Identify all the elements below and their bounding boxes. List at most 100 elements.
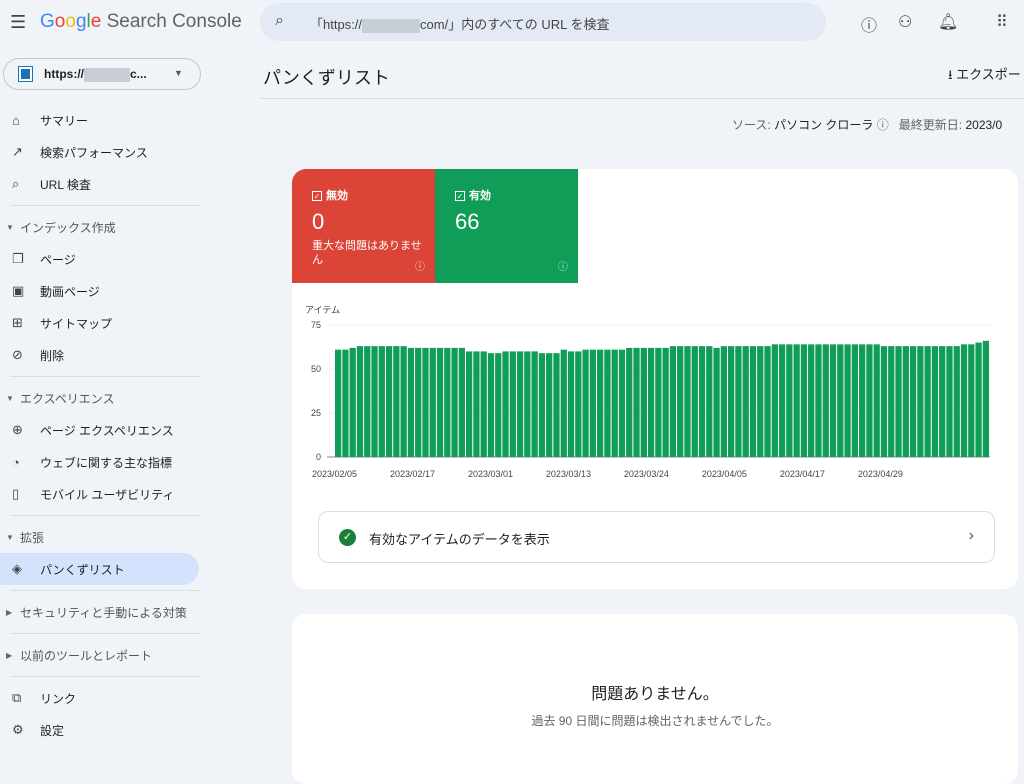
view-valid-items-button[interactable]: ✓ 有効なアイテムのデータを表示 › <box>318 511 995 563</box>
bar[interactable] <box>422 347 429 457</box>
bar[interactable] <box>902 346 909 457</box>
sidebar-item-page-experience[interactable]: ⊕ ページ エクスペリエンス <box>0 414 210 446</box>
bar[interactable] <box>844 344 851 457</box>
valid-tile[interactable]: ✓ 有効 66 ⓘ <box>435 169 578 283</box>
bar[interactable] <box>771 344 778 457</box>
bar[interactable] <box>859 344 866 457</box>
sidebar-item-settings[interactable]: ⚙ 設定 <box>0 714 210 746</box>
notifications-icon[interactable]: 🔔︎ <box>938 12 958 32</box>
help-icon[interactable]: ⓘ <box>415 258 425 273</box>
sidebar-item-pages[interactable]: ❐ ページ <box>0 243 210 275</box>
sidebar-item-video-pages[interactable]: ▣ 動画ページ <box>0 275 210 307</box>
bar[interactable] <box>516 351 524 457</box>
bar[interactable] <box>873 344 880 457</box>
bar[interactable] <box>815 344 822 457</box>
bar[interactable] <box>793 344 800 457</box>
section-indexing[interactable]: ▼ インデックス作成 <box>0 211 210 243</box>
bar[interactable] <box>837 344 844 457</box>
help-icon[interactable]: ⓘ <box>558 258 568 273</box>
bar[interactable] <box>742 346 749 457</box>
bar[interactable] <box>538 353 546 457</box>
bar[interactable] <box>436 347 444 457</box>
bar[interactable] <box>487 353 495 457</box>
bar[interactable] <box>604 349 611 457</box>
bar[interactable] <box>429 347 436 457</box>
bar[interactable] <box>364 346 371 457</box>
bar[interactable] <box>749 346 757 457</box>
export-button[interactable]: ⭳ エクスポート <box>948 64 1024 88</box>
sidebar-item-url-inspection[interactable]: ⌕ URL 検査 <box>0 168 210 200</box>
bar[interactable] <box>458 347 465 457</box>
bar[interactable] <box>385 346 393 457</box>
bar[interactable] <box>888 346 895 457</box>
bar[interactable] <box>335 349 342 457</box>
bar[interactable] <box>728 346 735 457</box>
bar[interactable] <box>531 351 538 457</box>
bar[interactable] <box>640 347 647 457</box>
sidebar-item-links[interactable]: ⧉ リンク <box>0 682 210 714</box>
sidebar-item-performance[interactable]: ↗ 検索パフォーマンス <box>0 136 210 168</box>
bar[interactable] <box>560 349 567 457</box>
bar[interactable] <box>466 351 473 457</box>
bar[interactable] <box>662 347 669 457</box>
bar[interactable] <box>808 344 815 457</box>
bar[interactable] <box>786 344 793 457</box>
bar[interactable] <box>633 347 640 457</box>
bar[interactable] <box>509 351 516 457</box>
bar[interactable] <box>939 346 946 457</box>
bar[interactable] <box>349 347 356 457</box>
menu-icon[interactable]: ☰ <box>10 12 26 33</box>
bar[interactable] <box>895 346 902 457</box>
bar[interactable] <box>677 346 684 457</box>
bar[interactable] <box>960 344 968 457</box>
bar[interactable] <box>342 349 349 457</box>
sidebar-item-removals[interactable]: ⊘ 削除 <box>0 339 210 371</box>
bar[interactable] <box>851 344 858 457</box>
bar[interactable] <box>982 340 989 457</box>
section-enhancements[interactable]: ▼ 拡張 <box>0 521 210 553</box>
property-selector[interactable]: https:// c... ▼ <box>3 58 201 90</box>
help-icon[interactable]: ⓘ <box>877 118 889 132</box>
bar[interactable] <box>480 351 487 457</box>
bar[interactable] <box>829 344 837 457</box>
bar[interactable] <box>582 349 589 457</box>
apps-grid-icon[interactable]: ⠿ <box>996 12 1008 32</box>
url-inspect-search-input[interactable]: ⌕ 「https:// com/」内のすべての URL を検査 <box>260 3 826 41</box>
bar[interactable] <box>757 346 764 457</box>
bar[interactable] <box>706 346 713 457</box>
manage-users-icon[interactable]: ⚇ <box>898 12 912 32</box>
sidebar-item-core-web-vitals[interactable]: ◔ ウェブに関する主な指標 <box>0 446 210 478</box>
bar[interactable] <box>575 351 582 457</box>
bar[interactable] <box>866 344 873 457</box>
bar[interactable] <box>546 353 553 457</box>
bar[interactable] <box>735 346 742 457</box>
bar[interactable] <box>778 344 786 457</box>
bar[interactable] <box>968 344 975 457</box>
bar[interactable] <box>400 346 407 457</box>
bar[interactable] <box>647 347 655 457</box>
bar[interactable] <box>822 344 829 457</box>
bar[interactable] <box>611 349 618 457</box>
bar[interactable] <box>684 346 691 457</box>
bar[interactable] <box>713 347 720 457</box>
bar[interactable] <box>495 353 502 457</box>
bar[interactable] <box>356 346 364 457</box>
bar[interactable] <box>371 346 378 457</box>
bar[interactable] <box>415 347 422 457</box>
bar[interactable] <box>880 346 888 457</box>
bar[interactable] <box>691 346 698 457</box>
bar[interactable] <box>618 349 626 457</box>
sidebar-item-breadcrumbs[interactable]: ◈ パンくずリスト <box>0 553 199 585</box>
bar[interactable] <box>655 347 662 457</box>
bar[interactable] <box>378 346 385 457</box>
bar[interactable] <box>698 346 706 457</box>
bar[interactable] <box>473 351 480 457</box>
bar[interactable] <box>451 347 458 457</box>
invalid-tile[interactable]: ✓ 無効 0 重大な問題はありません ⓘ <box>292 169 435 283</box>
bar[interactable] <box>917 346 924 457</box>
bar[interactable] <box>909 346 917 457</box>
bar[interactable] <box>946 346 953 457</box>
section-experience[interactable]: ▼ エクスペリエンス <box>0 382 210 414</box>
sidebar-item-sitemaps[interactable]: ⊞ サイトマップ <box>0 307 210 339</box>
sidebar-item-summary[interactable]: ⌂ サマリー <box>0 104 210 136</box>
